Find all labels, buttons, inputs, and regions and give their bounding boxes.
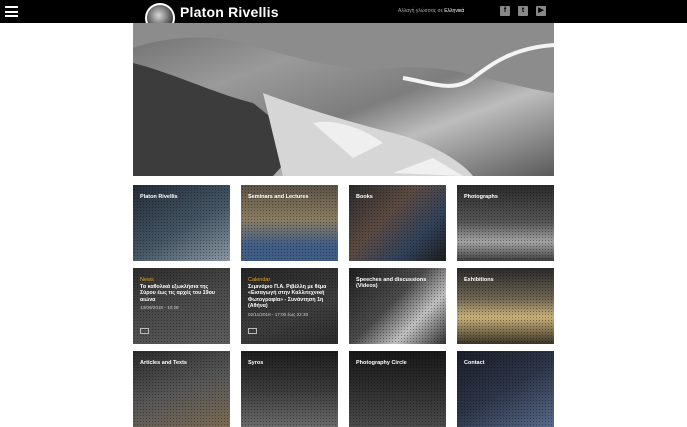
top-bar: Platon Rivellis Αλλαγή γλώσσας σε Ελληνι… <box>0 0 687 33</box>
tile-contact[interactable]: Contact <box>457 351 554 427</box>
tile-speeches-and-discussions[interactable]: Speeches and discussions (Videos) <box>349 268 446 344</box>
calendar-icon <box>248 328 257 334</box>
tile-category: News <box>140 277 154 283</box>
tile-seminars-and-lectures[interactable]: Seminars and Lectures <box>241 185 338 261</box>
language-prefix: Αλλαγή γλώσσας σε <box>398 8 443 14</box>
tile-syros[interactable]: Syros <box>241 351 338 427</box>
tile-news[interactable]: News Τα καθολικά εξωκλήσια της Σύρου έως… <box>133 268 230 344</box>
tile-photographs[interactable]: Photographs <box>457 185 554 261</box>
tile-category: Calendar <box>248 277 271 283</box>
language-link[interactable]: Ελληνικά <box>444 8 464 14</box>
tile-title: Syros <box>248 360 264 366</box>
tile-platon-rivellis[interactable]: Platon Rivellis <box>133 185 230 261</box>
tile-title: Speeches and discussions (Videos) <box>356 277 427 289</box>
twitter-icon[interactable]: t <box>518 6 528 16</box>
image-icon <box>140 328 149 334</box>
language-switch: Αλλαγή γλώσσας σε Ελληνικά <box>398 8 464 14</box>
tile-date: 02/11/2018 - 17:00 έως 22:30 <box>248 312 309 317</box>
hamburger-icon[interactable] <box>5 6 18 17</box>
tile-articles-and-texts[interactable]: Articles and Texts <box>133 351 230 427</box>
tile-title: Seminars and Lectures <box>248 194 309 200</box>
tile-title: Articles and Texts <box>140 360 187 366</box>
tile-title: Books <box>356 194 373 200</box>
tile-books[interactable]: Books <box>349 185 446 261</box>
tile-title: Photographs <box>464 194 498 200</box>
site-title[interactable]: Platon Rivellis <box>180 4 279 20</box>
tile-date: 13/09/2018 - 10:28 <box>140 305 179 310</box>
tile-news-text: Σεμινάριο Π.Α. Ριβέλλη με θέμα «Εισαγωγή… <box>248 284 327 310</box>
tile-title: Photography Circle <box>356 360 407 366</box>
tile-news-text: Τα καθολικά εξωκλήσια της Σύρου έως τις … <box>140 284 215 303</box>
tile-photography-circle[interactable]: Photography Circle <box>349 351 446 427</box>
tile-title: Contact <box>464 360 485 366</box>
facebook-icon[interactable]: f <box>500 6 510 16</box>
hero-image <box>133 23 554 176</box>
tile-calendar[interactable]: Calendar Σεμινάριο Π.Α. Ριβέλλη με θέμα … <box>241 268 338 344</box>
tile-exhibitions[interactable]: Exhibitions <box>457 268 554 344</box>
youtube-icon[interactable]: ▶ <box>536 6 546 16</box>
hero-landscape-photo <box>133 23 554 176</box>
tile-title: Platon Rivellis <box>140 194 178 200</box>
tile-title: Exhibitions <box>464 277 494 283</box>
